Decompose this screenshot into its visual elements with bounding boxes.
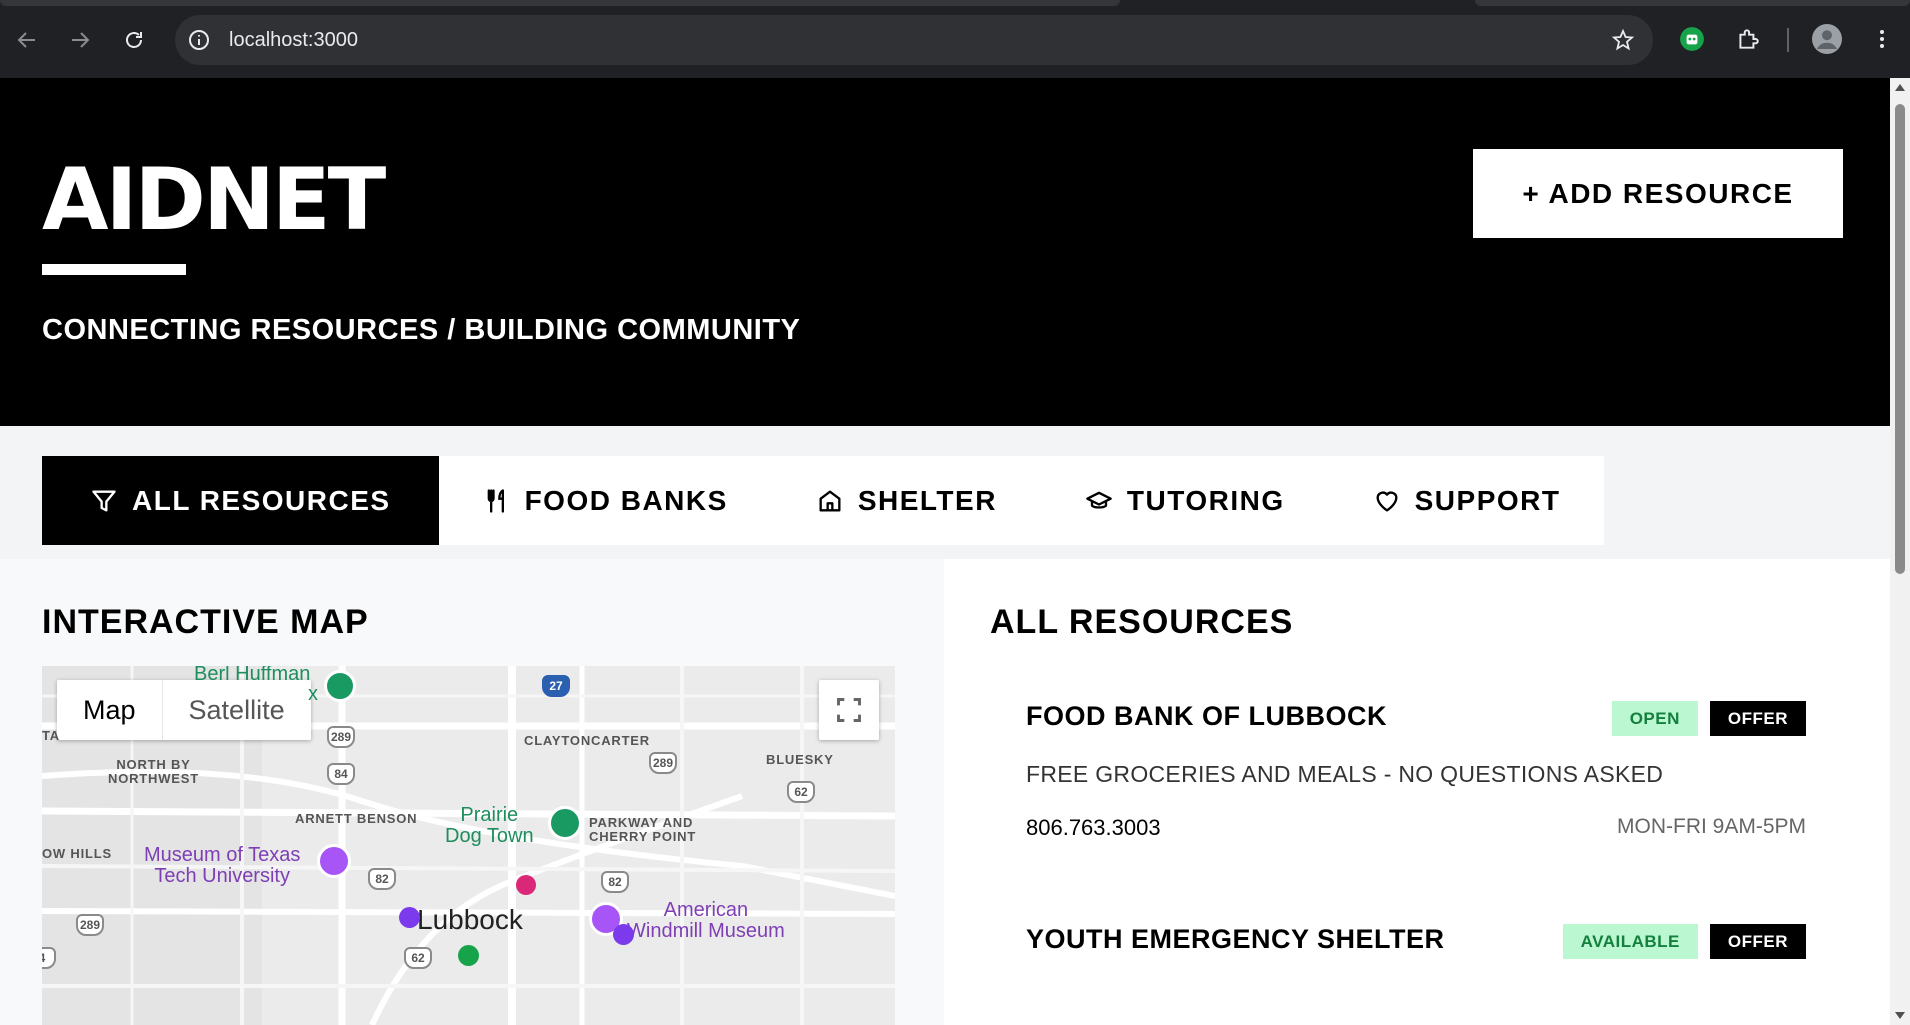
filter-tabs: ALL RESOURCES FOOD BANKS SHELTER TUTORIN… (42, 456, 1605, 545)
page-scrollbar[interactable] (1890, 78, 1910, 1025)
filter-support[interactable]: SUPPORT (1329, 456, 1605, 545)
resource-name[interactable]: FOOD BANK OF LUBBOCK (1026, 701, 1387, 732)
hero-header: AIDNET CONNECTING RESOURCES / BUILDING C… (0, 78, 1890, 426)
toolbar-separator (1787, 28, 1789, 52)
filter-label: FOOD BANKS (524, 484, 728, 516)
resource-hours: MON-FRI 9AM-5PM (1617, 815, 1806, 838)
resources-section-title: ALL RESOURCES (990, 603, 1294, 641)
chrome-menu-button[interactable] (1867, 24, 1897, 54)
map-label-lubbock: Lubbock (417, 904, 523, 935)
profile-button[interactable] (1812, 24, 1842, 54)
arrow-right-icon (72, 32, 90, 48)
resource-phone[interactable]: 806.763.3003 (1026, 815, 1161, 841)
route-shield-82: 82 (601, 871, 629, 893)
bookmark-star-icon[interactable] (1611, 28, 1635, 52)
browser-toolbar: localhost:3000 (0, 0, 1910, 78)
home-icon (819, 490, 841, 511)
map-label-berl-huffman: Berl Huffman (194, 666, 311, 685)
heart-icon (1376, 490, 1398, 511)
route-shield-62: 62 (404, 947, 432, 969)
filter-tutoring[interactable]: TUTORING (1041, 456, 1329, 545)
back-button[interactable] (9, 22, 45, 58)
park-marker-icon[interactable] (324, 670, 356, 702)
map-panel: INTERACTIVE MAP Map Satellite Berl Huffm… (0, 559, 944, 1025)
filter-icon (92, 490, 116, 511)
route-shield-289: 289 (76, 914, 104, 936)
reload-icon (126, 32, 142, 48)
brand-logo[interactable]: AIDNET (42, 150, 386, 250)
graduation-cap-icon (1086, 491, 1112, 509)
filter-bar: ALL RESOURCES FOOD BANKS SHELTER TUTORIN… (0, 426, 1890, 559)
route-shield-289: 289 (649, 752, 677, 774)
map-label-museum-texas-tech: Museum of Texas Tech University (144, 844, 301, 887)
resource-badges: OPEN OFFER (1600, 701, 1806, 736)
map-label-ow-hills: OW HILLS (42, 846, 112, 861)
filter-label: ALL RESOURCES (132, 484, 391, 516)
extension-robot-button[interactable] (1677, 24, 1707, 54)
filter-label: SHELTER (857, 484, 997, 516)
more-vert-icon (1880, 30, 1884, 48)
map-section-title: INTERACTIVE MAP (42, 603, 369, 641)
interstate-shield-27: 27 (542, 675, 570, 697)
museum-marker-icon[interactable] (317, 844, 351, 878)
map-label-ta: TA (42, 728, 60, 743)
filter-label: SUPPORT (1414, 484, 1561, 516)
resource-marker-shelter[interactable] (613, 924, 634, 945)
map-type-map-button[interactable]: Map (57, 680, 163, 740)
scrollbar-thumb[interactable] (1895, 104, 1905, 574)
forward-button[interactable] (62, 22, 98, 58)
extensions-button[interactable] (1733, 24, 1763, 54)
robot-extension-icon (1680, 27, 1704, 51)
route-shield-84: 84 (327, 763, 355, 785)
map-type-satellite-button[interactable]: Satellite (163, 680, 311, 740)
map-label-windmill-museum: American Windmill Museum (627, 899, 785, 942)
scroll-down-arrow-icon[interactable] (1895, 1012, 1905, 1019)
filter-food-banks[interactable]: FOOD BANKS (439, 456, 772, 545)
resources-panel: ALL RESOURCES FOOD BANK OF LUBBOCK OPEN … (944, 559, 1890, 1025)
resource-badges: AVAILABLE OFFER (1551, 924, 1806, 959)
resource-name[interactable]: YOUTH EMERGENCY SHELTER (1026, 924, 1445, 955)
fullscreen-button[interactable] (819, 680, 879, 740)
resource-marker-food-bank[interactable] (458, 945, 479, 966)
map-label-claytoncarter: CLAYTONCARTER (524, 733, 650, 748)
filter-all-resources[interactable]: ALL RESOURCES (42, 456, 439, 545)
address-bar[interactable]: localhost:3000 (175, 15, 1653, 65)
type-badge: OFFER (1709, 924, 1806, 959)
fullscreen-icon (837, 698, 861, 722)
interactive-map[interactable]: Map Satellite Berl Huffman x TA NORTH BY… (42, 666, 895, 1025)
map-label-north-by-northwest: NORTH BY NORTHWEST (108, 757, 199, 786)
utensils-icon (487, 488, 504, 513)
site-info-icon[interactable] (187, 28, 211, 52)
map-type-control: Map Satellite (57, 680, 311, 740)
avatar (1812, 24, 1842, 54)
active-tab-edge[interactable] (0, 0, 1120, 6)
map-label-berl-suffix: x (308, 683, 318, 705)
route-shield-82: 82 (368, 868, 396, 890)
resource-description: FREE GROCERIES AND MEALS - NO QUESTIONS … (1026, 761, 1664, 787)
map-label-bluesky: BLUESKY (766, 752, 834, 767)
route-shield-289: 289 (327, 726, 355, 748)
puzzle-icon (1739, 29, 1759, 49)
status-badge: OPEN (1611, 701, 1698, 736)
map-label-arnett-benson: ARNETT BENSON (295, 811, 418, 826)
page-viewport: AIDNET CONNECTING RESOURCES / BUILDING C… (0, 78, 1890, 1025)
status-badge: AVAILABLE (1562, 924, 1698, 959)
reload-button[interactable] (116, 22, 152, 58)
type-badge: OFFER (1709, 701, 1806, 736)
tagline: CONNECTING RESOURCES / BUILDING COMMUNIT… (42, 314, 801, 346)
add-resource-button[interactable]: + ADD RESOURCE (1473, 149, 1843, 238)
scroll-up-arrow-icon[interactable] (1895, 84, 1905, 91)
park-marker-icon[interactable] (548, 806, 582, 840)
resource-marker-tutoring[interactable] (399, 907, 420, 928)
filter-label: TUTORING (1126, 484, 1285, 516)
url-text[interactable]: localhost:3000 (229, 15, 358, 65)
map-label-prairie-dog-town: Prairie Dog Town (445, 804, 534, 847)
resource-marker-support[interactable] (516, 875, 536, 895)
arrow-left-icon (17, 32, 35, 48)
map-label-parkway-cherry-point: PARKWAY AND CHERRY POINT (589, 815, 697, 844)
filter-shelter[interactable]: SHELTER (772, 456, 1041, 545)
brand-underline (42, 264, 186, 275)
inactive-tab-edge[interactable] (1475, 0, 1910, 6)
route-shield-62: 62 (787, 781, 815, 803)
